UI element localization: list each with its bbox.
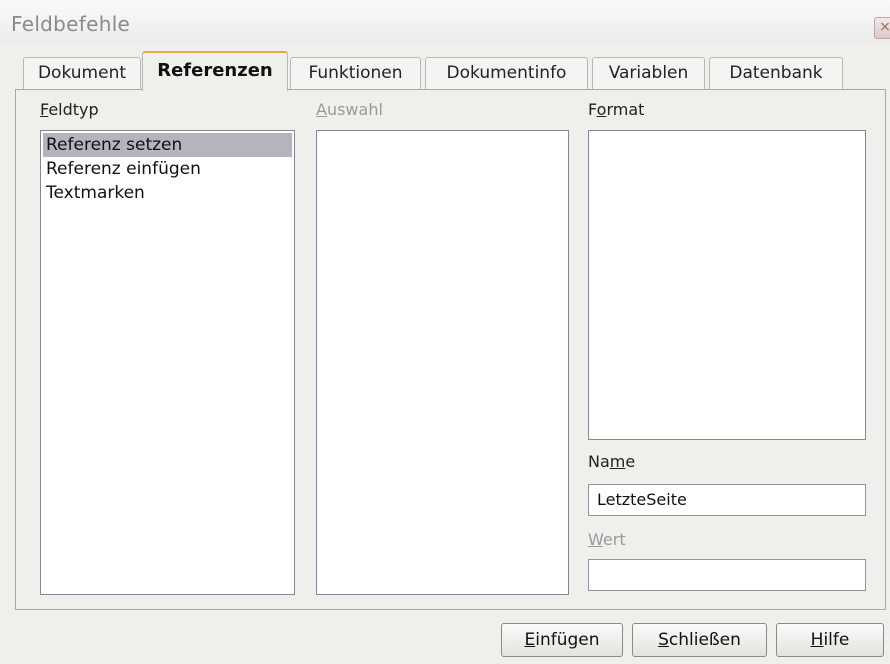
tab-referenzen[interactable]: Referenzen [142, 51, 288, 91]
format-label: Format [588, 100, 645, 119]
title-bar[interactable]: Feldbefehle × [0, 0, 890, 42]
feldtyp-label: Feldtyp [40, 100, 99, 119]
list-item-textmarken[interactable]: Textmarken [41, 181, 294, 205]
name-input[interactable]: LetzteSeite [588, 484, 866, 516]
wert-label: Wert [588, 530, 626, 549]
list-item-referenz-einfuegen[interactable]: Referenz einfügen [41, 157, 294, 181]
list-item-referenz-setzen[interactable]: Referenz setzen [43, 133, 292, 157]
tab-funktionen[interactable]: Funktionen [290, 57, 421, 89]
format-listbox[interactable] [588, 130, 866, 440]
tab-dokument[interactable]: Dokument [23, 57, 141, 89]
help-button[interactable]: Hilfe [776, 623, 884, 657]
field-commands-dialog: Feldbefehle × Dokument Referenzen Funkti… [0, 0, 890, 664]
feldtyp-listbox[interactable]: Referenz setzen Referenz einfügen Textma… [40, 130, 295, 595]
name-label: Name [588, 452, 636, 471]
close-button[interactable]: Schließen [632, 623, 767, 657]
close-icon[interactable]: × [874, 17, 890, 39]
auswahl-label: Auswahl [316, 100, 383, 119]
tab-variablen[interactable]: Variablen [592, 57, 705, 89]
tab-dokumentinfo[interactable]: Dokumentinfo [425, 57, 588, 89]
auswahl-listbox[interactable] [316, 130, 569, 595]
dialog-title: Feldbefehle [11, 12, 131, 36]
tab-datenbank[interactable]: Datenbank [709, 57, 843, 89]
insert-button[interactable]: Einfügen [501, 623, 623, 657]
wert-input[interactable] [588, 559, 866, 591]
